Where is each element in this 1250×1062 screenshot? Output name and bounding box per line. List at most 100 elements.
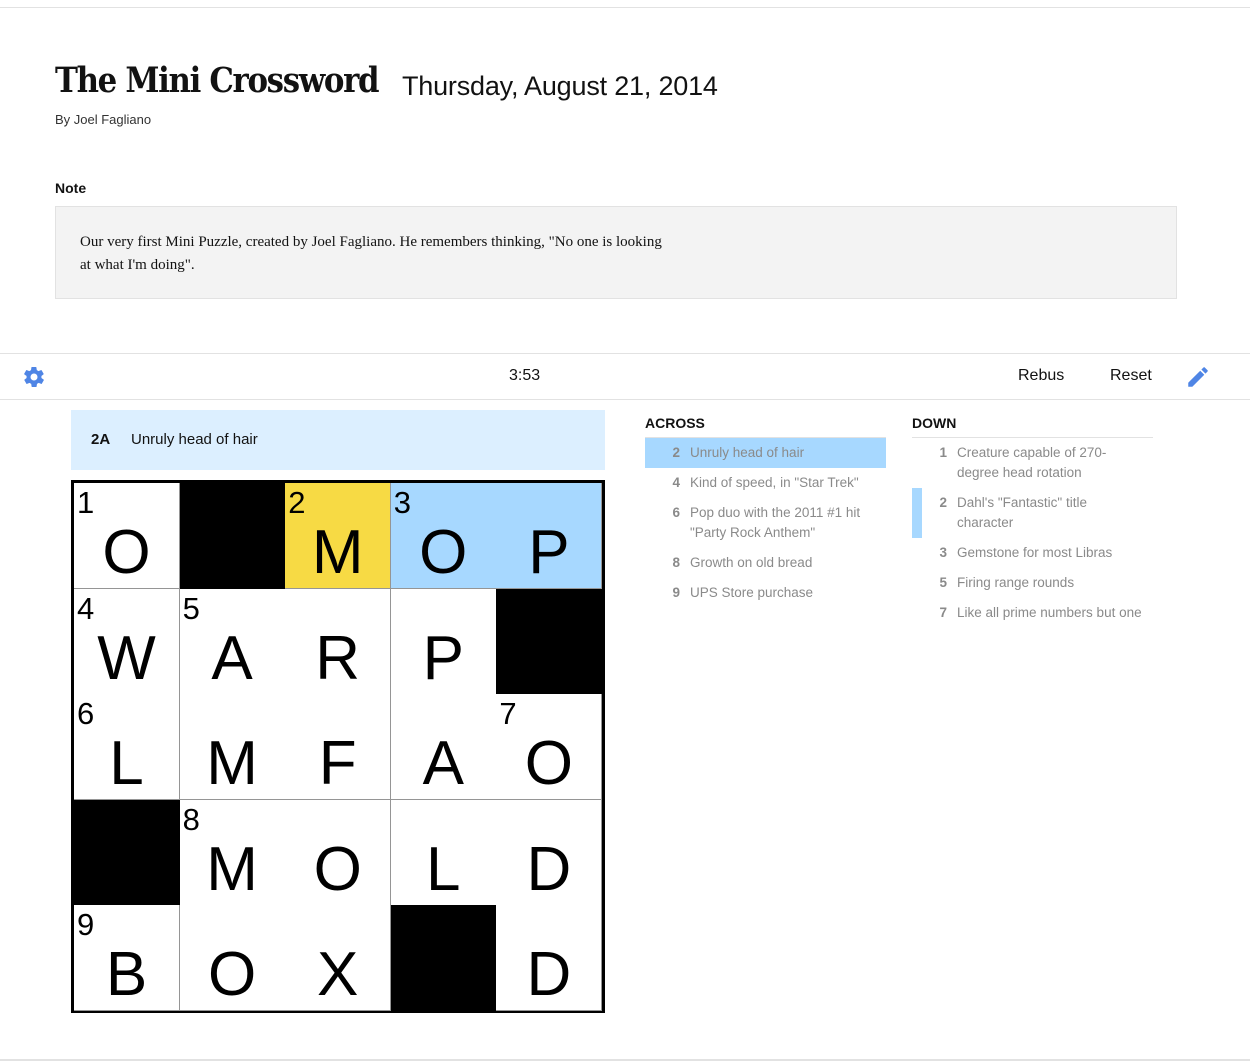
- note-text: Our very first Mini Puzzle, created by J…: [80, 234, 662, 273]
- note-box: Our very first Mini Puzzle, created by J…: [55, 206, 1177, 299]
- across-clues: ACROSS 2 Unruly head of hair 4 Kind of spee…: [645, 410, 886, 608]
- clue-number: 8: [672, 555, 680, 570]
- pencil-icon: [1188, 367, 1208, 387]
- grid-cell-black: [74, 799, 180, 906]
- grid-cell[interactable]: 8M: [179, 799, 286, 906]
- down-clue-item[interactable]: 5 Firing range rounds: [912, 568, 1153, 598]
- cell-letter: M: [206, 834, 258, 904]
- cell-letter: R: [315, 623, 361, 693]
- down-clue-item[interactable]: 1 Creature capable of 270-degree head rot…: [912, 438, 1153, 488]
- grid-cell[interactable]: O: [285, 799, 392, 906]
- current-clue-text: Unruly head of hair: [131, 431, 258, 448]
- current-clue-number: 2A: [91, 431, 111, 448]
- clue-number: 3: [939, 545, 947, 560]
- cell-letter: L: [426, 834, 461, 904]
- clue-text: Growth on old bread: [690, 555, 813, 570]
- grid-cell-black: [390, 905, 497, 1012]
- cell-letter: O: [524, 729, 573, 799]
- clue-text: Pop duo with the 2011 #1 hit "Party Rock…: [690, 505, 861, 540]
- clue-text: Like all prime numbers but one: [957, 605, 1142, 620]
- across-title: ACROSS: [645, 410, 886, 438]
- cell-letter: O: [207, 940, 257, 1010]
- top-divider: [0, 7, 1250, 8]
- cell-letter: O: [419, 518, 468, 587]
- cell-letter: B: [105, 940, 148, 1010]
- grid-cell[interactable]: 7O: [496, 694, 603, 801]
- down-clue-item[interactable]: 3 Gemstone for most Libras: [912, 538, 1153, 568]
- clue-text: Firing range rounds: [957, 575, 1075, 590]
- grid-cell[interactable]: 5A: [179, 588, 286, 695]
- pencil-button[interactable]: [1185, 364, 1211, 390]
- cell-letter: F: [318, 729, 357, 799]
- bottom-divider: [0, 1059, 1250, 1061]
- cell-number: 8: [182, 801, 200, 837]
- cell-letter: W: [97, 623, 156, 693]
- grid-cell[interactable]: L: [390, 799, 497, 906]
- cell-letter: D: [526, 834, 572, 904]
- puzzle-header: The Mini Crossword Thursday, August 21, …: [55, 60, 718, 101]
- grid-cell[interactable]: D: [496, 799, 603, 906]
- cell-letter: M: [206, 729, 258, 799]
- across-clue-item[interactable]: 4 Kind of speed, in "Star Trek": [645, 468, 886, 498]
- grid-cell[interactable]: 3O: [390, 483, 497, 589]
- across-clue-item[interactable]: 6 Pop duo with the 2011 #1 hit "Party Roc…: [645, 498, 886, 548]
- grid-cell[interactable]: X: [285, 905, 392, 1012]
- grid-cell[interactable]: O: [179, 905, 286, 1012]
- cell-letter: P: [528, 518, 570, 587]
- cell-letter: O: [102, 518, 151, 587]
- across-clue-item[interactable]: 9 UPS Store purchase: [645, 578, 886, 608]
- rebus-button[interactable]: Rebus: [1018, 367, 1064, 385]
- cell-number: 4: [77, 590, 95, 626]
- across-clue-item[interactable]: 8 Growth on old bread: [645, 548, 886, 578]
- grid-cell[interactable]: P: [496, 483, 603, 589]
- cell-letter: D: [526, 940, 572, 1010]
- settings-button[interactable]: [22, 365, 46, 389]
- cell-number: 6: [77, 696, 95, 732]
- grid-cell[interactable]: P: [390, 588, 497, 695]
- grid-cell[interactable]: A: [390, 694, 497, 801]
- clue-text: Creature capable of 270-degree head rota…: [957, 445, 1107, 480]
- grid-cell[interactable]: R: [285, 588, 392, 695]
- timer[interactable]: 3:53: [509, 367, 540, 385]
- cell-number: 3: [393, 485, 412, 520]
- across-clue-item[interactable]: 2 Unruly head of hair: [645, 438, 886, 468]
- grid-cell[interactable]: M: [179, 694, 286, 801]
- across-clue-list: 2 Unruly head of hair 4 Kind of speed, in "…: [645, 438, 886, 608]
- clue-text: Unruly head of hair: [690, 445, 805, 460]
- cell-letter: M: [311, 518, 364, 587]
- grid-cell[interactable]: 9B: [74, 905, 180, 1012]
- byline: By Joel Fagliano: [55, 112, 152, 127]
- current-clue-bar: 2A Unruly head of hair: [71, 410, 605, 470]
- cell-number: 5: [182, 590, 200, 626]
- clue-text: UPS Store purchase: [690, 585, 814, 600]
- cell-letter: O: [313, 834, 362, 904]
- clue-text: Kind of speed, in "Star Trek": [690, 475, 859, 490]
- grid-cell-black: [496, 588, 603, 695]
- grid-cell[interactable]: 1O: [74, 483, 180, 589]
- grid-cell[interactable]: D: [496, 905, 603, 1012]
- clue-number: 1: [939, 445, 947, 460]
- clue-number: 4: [672, 475, 680, 490]
- note-label: Note: [55, 180, 87, 196]
- clue-number: 5: [939, 575, 947, 590]
- down-clue-item[interactable]: 2 Dahl's "Fantastic" title character: [912, 488, 1153, 538]
- clue-text: Gemstone for most Libras: [957, 545, 1113, 560]
- cell-letter: P: [422, 623, 464, 693]
- down-clue-item[interactable]: 7 Like all prime numbers but one: [912, 598, 1153, 628]
- cell-letter: L: [109, 729, 144, 799]
- grid-cell[interactable]: 4W: [74, 588, 180, 695]
- reset-button[interactable]: Reset: [1110, 367, 1152, 385]
- grid-cell[interactable]: 2M: [285, 483, 392, 589]
- clue-number: 9: [672, 585, 680, 600]
- cell-letter: A: [211, 623, 253, 693]
- cell-letter: A: [422, 729, 464, 799]
- cell-number: 2: [288, 485, 306, 520]
- grid-cell[interactable]: F: [285, 694, 392, 801]
- down-title: DOWN: [912, 410, 1153, 438]
- down-clue-list: 1 Creature capable of 270-degree head rot…: [912, 438, 1153, 628]
- clue-number: 6: [672, 505, 680, 520]
- cell-letter: X: [317, 940, 359, 1010]
- clue-number: 2: [939, 495, 947, 510]
- toolbar: 3:53 Rebus Reset: [0, 353, 1250, 400]
- grid-cell[interactable]: 6L: [74, 694, 180, 801]
